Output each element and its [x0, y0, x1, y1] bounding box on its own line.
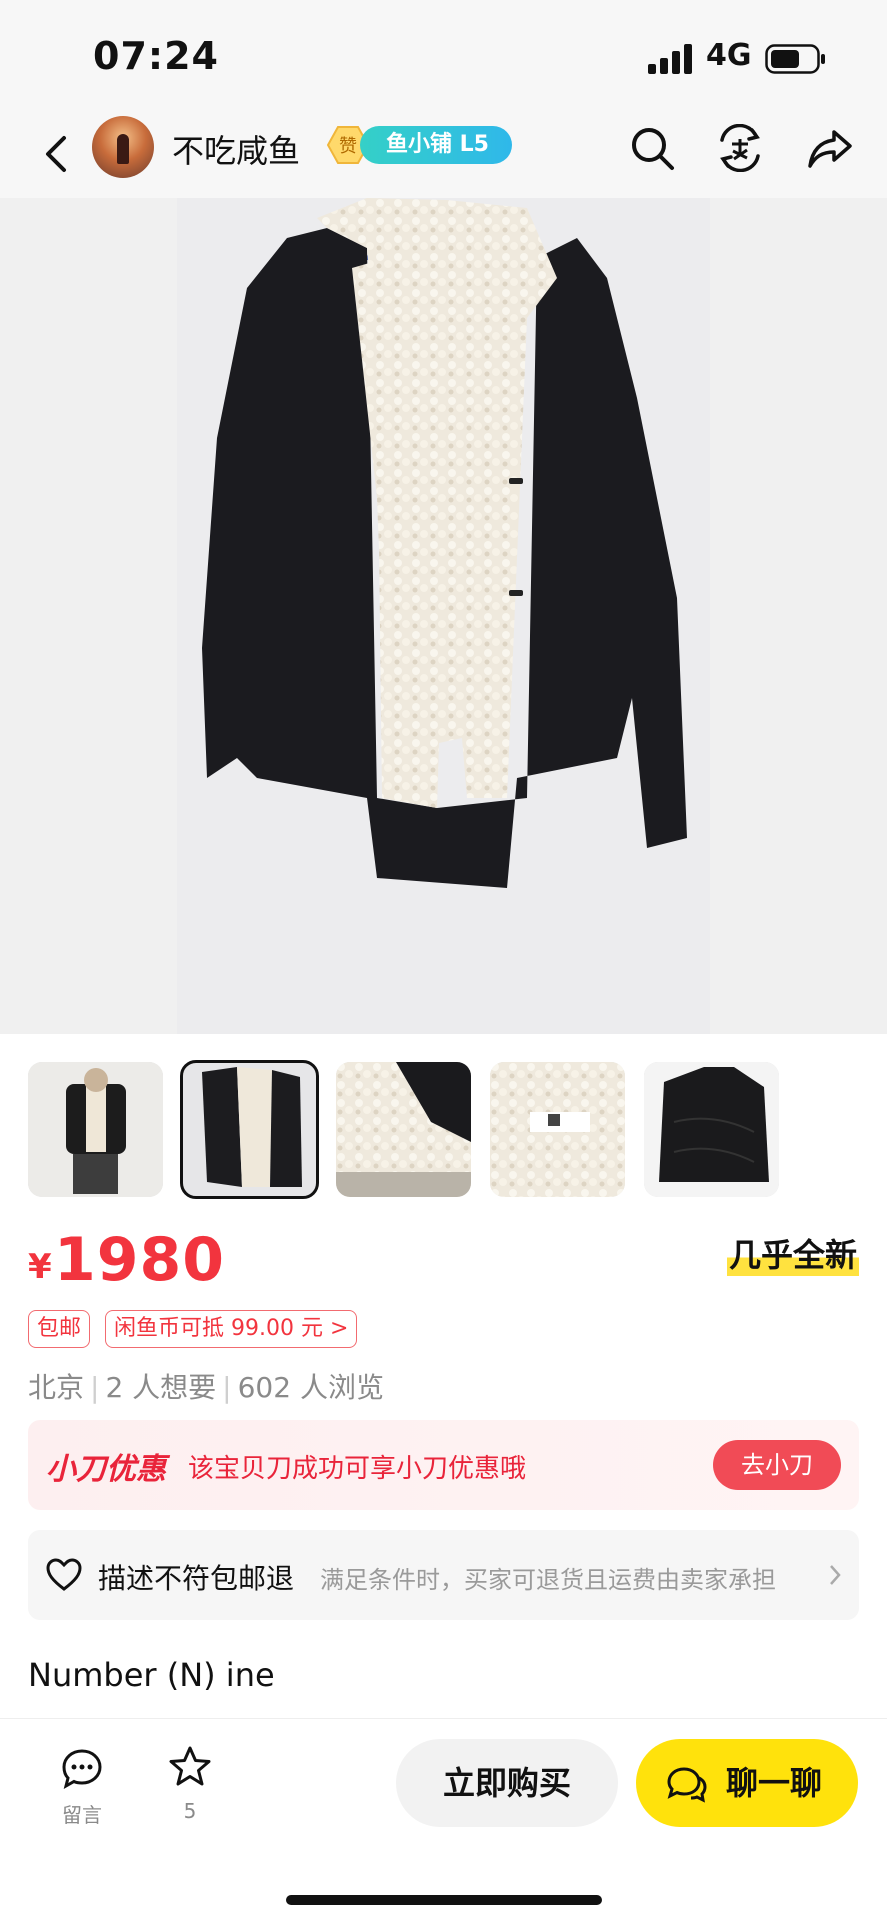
guarantee-title: 描述不符包邮退 [98, 1562, 295, 1595]
main-photo-area[interactable] [0, 198, 887, 1034]
product-photo[interactable] [177, 198, 710, 1034]
promo-title: 小刀优惠 [46, 1452, 166, 1487]
thumbnail-5[interactable] [644, 1062, 779, 1197]
bottom-action-bar: 留言 5 立即购买 聊一聊 [0, 1718, 887, 1920]
view-count: 602 人浏览 [237, 1371, 384, 1404]
thumbnail-2[interactable] [180, 1060, 319, 1199]
comment-icon[interactable] [60, 1747, 104, 1791]
coin-deduct-tag[interactable]: 闲鱼币可抵 99.00 元 > [105, 1310, 358, 1348]
back-icon[interactable] [38, 128, 74, 180]
thumbnail-4[interactable] [490, 1062, 625, 1197]
zan-badge-label: 赞 [339, 136, 357, 157]
sell-similar-icon[interactable] [716, 124, 764, 172]
thumbnail-1[interactable] [28, 1062, 163, 1197]
signal-icon [648, 44, 692, 74]
home-indicator [286, 1895, 602, 1905]
location: 北京 [28, 1371, 85, 1404]
heart-icon [46, 1558, 82, 1591]
shop-level-badge[interactable]: 鱼小铺 L5 [360, 126, 512, 164]
top-nav: 不吃咸鱼 赞 鱼小铺 L5 [0, 110, 887, 198]
product-description: Number (N) ine [28, 1656, 275, 1694]
condition-label: 几乎全新 [726, 1230, 859, 1276]
product-meta: 北京 | 2 人想要 | 602 人浏览 [28, 1371, 384, 1404]
guarantee-description: 满足条件时，买家可退货且运费由卖家承担 [320, 1566, 776, 1594]
status-bar: 07:24 4G [0, 0, 887, 110]
network-type: 4G [706, 38, 752, 73]
comment-label: 留言 [62, 1803, 102, 1827]
chat-icon [667, 1767, 707, 1803]
bargain-promo-banner: 小刀优惠 该宝贝刀成功可享小刀优惠哦 去小刀 [28, 1420, 859, 1510]
share-icon[interactable] [806, 124, 854, 172]
product-price: 1980 [54, 1225, 225, 1295]
chat-button[interactable]: 聊一聊 [636, 1739, 858, 1827]
chat-label: 聊一聊 [726, 1764, 823, 1802]
battery-icon [765, 44, 825, 74]
buy-now-button[interactable]: 立即购买 [396, 1739, 618, 1827]
seller-avatar[interactable] [92, 116, 154, 178]
promo-description: 该宝贝刀成功可享小刀优惠哦 [188, 1454, 527, 1484]
star-icon[interactable] [168, 1745, 212, 1789]
favorite-count: 5 [183, 1799, 197, 1823]
seller-name[interactable]: 不吃咸鱼 [172, 126, 300, 172]
status-time: 07:24 [93, 34, 219, 78]
want-count: 2 人想要 [105, 1371, 217, 1404]
thumbnail-3[interactable] [336, 1062, 471, 1197]
chevron-right-icon [830, 1565, 841, 1585]
free-shipping-tag: 包邮 [28, 1310, 91, 1348]
currency-symbol: ¥ [28, 1247, 52, 1287]
guarantee-row[interactable]: 描述不符包邮退 满足条件时，买家可退货且运费由卖家承担 [28, 1530, 859, 1620]
bargain-button[interactable]: 去小刀 [713, 1440, 841, 1490]
search-icon[interactable] [628, 124, 676, 172]
